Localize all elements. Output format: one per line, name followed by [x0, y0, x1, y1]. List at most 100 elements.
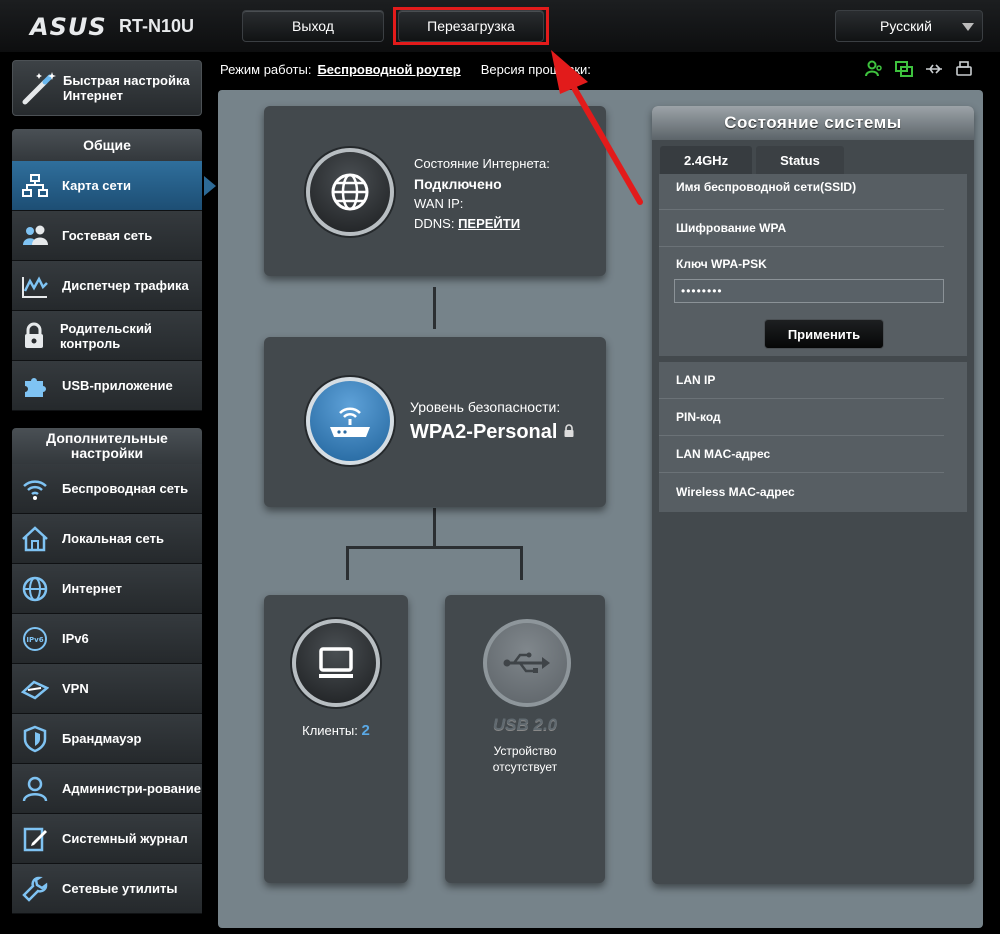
sidebar-item-wireless[interactable]: Беспроводная сеть — [12, 464, 202, 514]
logout-button[interactable]: Выход — [242, 10, 384, 42]
firmware-label: Версия прошивки: — [480, 61, 591, 77]
sidebar-item-label: Интернет — [62, 581, 123, 596]
info-bar: Режим работы: Беспроводной роутер Версия… — [220, 58, 591, 80]
lan-mac-label: LAN MAC-адрес — [659, 436, 944, 473]
sidebar-item-usb-app[interactable]: USB-приложение — [12, 361, 202, 411]
usb-status-icon[interactable] — [924, 60, 944, 78]
sidebar-item-administration[interactable]: Администри-рование — [12, 764, 202, 814]
wireless-settings-box: Имя беспроводной сети(SSID) Шифрование W… — [659, 174, 967, 356]
monitor-icon — [319, 647, 353, 678]
clients-text: Клиенты: 2 — [264, 722, 408, 739]
system-status-title: Состояние системы — [652, 106, 974, 140]
connector-line — [346, 546, 523, 549]
firewall-icon — [20, 724, 50, 754]
router-model: RT-N10U — [119, 16, 195, 36]
security-value: WPA2-Personal — [410, 421, 558, 443]
router-circle[interactable] — [306, 377, 394, 465]
lan-info-box: LAN IP PIN-код LAN MAC-адрес Wireless MA… — [659, 362, 967, 512]
wpa-encryption-label: Шифрование WPA — [659, 210, 944, 247]
sidebar-item-internet[interactable]: Интернет — [12, 564, 202, 614]
sidebar-item-label: Карта сети — [62, 178, 131, 193]
ddns-link[interactable]: ПЕРЕЙТИ — [458, 216, 520, 231]
sidebar-item-network-map[interactable]: Карта сети — [12, 161, 216, 211]
wan-ip-label: WAN IP: — [414, 196, 464, 211]
usb-label: USB 2.0 — [492, 715, 558, 734]
connection-status-icon[interactable] — [894, 60, 914, 78]
globe-icon — [331, 173, 369, 211]
sidebar-item-label: Администри-рование — [62, 781, 201, 796]
apply-button[interactable]: Применить — [764, 319, 884, 349]
advanced-nav: Беспроводная сеть Локальная сеть Интерне… — [12, 464, 202, 914]
network-tools-icon — [20, 874, 50, 904]
administration-icon — [20, 774, 50, 804]
printer-status-icon[interactable] — [954, 60, 974, 78]
clients-circle[interactable] — [292, 619, 380, 707]
clients-card[interactable]: Клиенты: 2 — [264, 595, 408, 883]
connector-line — [520, 546, 523, 580]
router-card[interactable]: Уровень безопасности: WPA2-Personal — [264, 337, 606, 507]
annotation-highlight-box — [393, 7, 549, 45]
sidebar-item-traffic-manager[interactable]: Диспетчер трафика — [12, 261, 202, 311]
lock-icon — [564, 424, 574, 437]
sidebar-item-lan[interactable]: Локальная сеть — [12, 514, 202, 564]
vpn-icon — [20, 674, 50, 704]
usb-icon — [503, 652, 550, 673]
guest-network-icon — [20, 221, 50, 251]
usb-circle[interactable] — [483, 619, 571, 707]
connector-line — [433, 508, 436, 548]
usb-status: Устройство отсутствует — [492, 744, 558, 774]
language-select[interactable]: Русский — [835, 10, 983, 42]
internet-status-text: Состояние Интернета: Подключено WAN IP: … — [414, 154, 550, 234]
traffic-manager-icon — [20, 271, 50, 301]
quick-internet-setup[interactable]: Быстрая настройка Интернет — [12, 60, 202, 116]
wpa-key-input[interactable]: •••••••• — [674, 279, 944, 303]
operation-mode-link[interactable]: Беспроводной роутер — [317, 62, 460, 77]
internet-card[interactable]: Состояние Интернета: Подключено WAN IP: … — [264, 106, 606, 276]
sidebar-item-label: USB-приложение — [62, 378, 173, 393]
pin-code-label: PIN-код — [659, 399, 944, 436]
system-status-panel: Состояние системы 2.4GHz Status Имя бесп… — [652, 106, 974, 884]
sidebar-item-label: Системный журнал — [62, 831, 188, 846]
wireless-icon — [20, 474, 50, 504]
sidebar-item-firewall[interactable]: Брандмауэр — [12, 714, 202, 764]
active-indicator — [204, 176, 216, 196]
ddns-label: DDNS: — [414, 216, 455, 231]
sidebar-item-label: Локальная сеть — [62, 531, 164, 546]
wireless-mac-label: Wireless MAC-адрес — [676, 485, 795, 499]
sidebar-item-label: IPv6 — [62, 631, 89, 646]
sidebar-item-ipv6[interactable]: IPv6 IPv6 — [12, 614, 202, 664]
system-log-icon — [20, 824, 50, 854]
connector-line — [346, 546, 349, 580]
svg-text:IPv6: IPv6 — [26, 636, 43, 644]
general-section-header: Общие — [12, 129, 202, 161]
general-nav: Карта сети Гостевая сеть Диспетчер трафи… — [12, 161, 216, 411]
lan-icon — [20, 524, 50, 554]
usb-card[interactable]: USB 2.0 Устройство отсутствует — [445, 595, 605, 883]
tab-24ghz[interactable]: 2.4GHz — [660, 146, 753, 174]
advanced-section-header: Дополнительные настройки — [12, 428, 202, 464]
quick-setup-label: Быстрая настройка Интернет — [63, 73, 190, 103]
tab-status[interactable]: Status — [756, 146, 844, 174]
router-icon — [330, 407, 370, 437]
security-text: Уровень безопасности: WPA2-Personal — [410, 399, 575, 444]
sidebar-item-label: VPN — [62, 681, 89, 696]
sidebar-item-parental-control[interactable]: Родительский контроль — [12, 311, 202, 361]
usb-app-icon — [20, 371, 50, 401]
internet-status-value: Подключено — [414, 176, 502, 192]
operation-mode-label: Режим работы: — [220, 61, 312, 77]
sidebar-item-label: Диспетчер трафика — [62, 278, 189, 293]
security-label: Уровень безопасности: — [410, 399, 561, 415]
internet-circle[interactable] — [306, 148, 394, 236]
sidebar-item-vpn[interactable]: VPN — [12, 664, 202, 714]
client-status-icon[interactable] — [864, 60, 884, 78]
status-icons — [864, 60, 974, 78]
sidebar-item-label: Родительский контроль — [60, 320, 152, 351]
sidebar-item-system-log[interactable]: Системный журнал — [12, 814, 202, 864]
language-value: Русский — [880, 18, 932, 34]
wpa-key-label: Ключ WPA-PSK — [676, 257, 767, 271]
internet-status-label: Состояние Интернета: — [414, 156, 550, 171]
sidebar-item-guest-network[interactable]: Гостевая сеть — [12, 211, 202, 261]
sidebar-item-network-tools[interactable]: Сетевые утилиты — [12, 864, 202, 914]
clients-count[interactable]: 2 — [362, 722, 370, 739]
parental-control-icon — [20, 321, 48, 351]
